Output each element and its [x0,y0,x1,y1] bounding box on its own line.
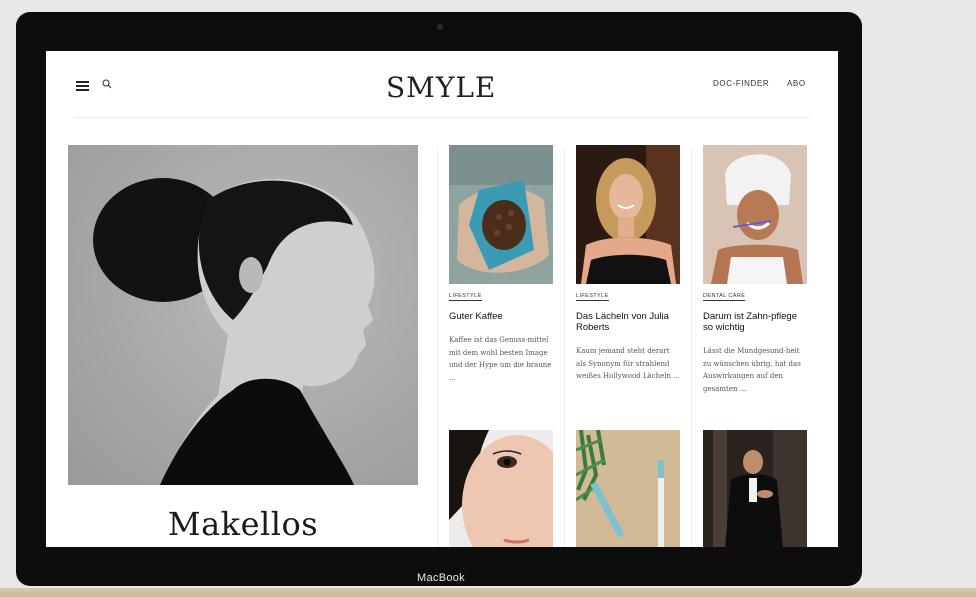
hamburger-menu-icon[interactable] [76,81,89,91]
article-card[interactable]: LIFESTYLE Guter Kaffee Kaffee ist das Ge… [449,145,553,384]
device-label: MacBook [417,572,465,584]
article-image-face[interactable] [449,430,553,547]
column-divider [564,147,565,547]
laptop-base [0,588,976,597]
article-category[interactable]: LIFESTYLE [449,293,482,301]
article-card[interactable]: DENTAL CARE Darum ist Zahn-pflege so wic… [703,145,807,395]
article-card[interactable] [703,430,807,547]
article-title[interactable]: Das Lächeln von Julia Roberts [576,311,680,333]
browser-screen: SMYLE DOC-FINDER ABO Makellos LIFESTYLE … [46,51,838,547]
hero-title[interactable]: Makellos [68,505,418,543]
article-title[interactable]: Guter Kaffee [449,311,553,322]
article-image-toothbrushes[interactable] [576,430,680,547]
search-icon[interactable] [102,79,112,89]
article-image-portrait[interactable] [576,145,680,284]
site-logo[interactable]: SMYLE [386,71,496,104]
article-card[interactable]: LIFESTYLE Das Lächeln von Julia Roberts … [576,145,680,383]
site-header: SMYLE DOC-FINDER ABO [46,51,838,117]
article-teaser: Kaum jemand steht derart als Synonym für… [576,347,680,380]
header-divider [74,117,810,118]
article-image-toothbrush-woman[interactable] [703,145,807,284]
article-image-performer[interactable] [703,430,807,547]
article-title[interactable]: Darum ist Zahn-pflege so wichtig [703,311,807,333]
nav-abo[interactable]: ABO [787,79,806,88]
article-category[interactable]: LIFESTYLE [576,293,609,301]
column-divider [437,147,438,547]
hero-image[interactable] [68,145,418,485]
nav-doc-finder[interactable]: DOC-FINDER [713,79,769,88]
article-card[interactable] [449,430,553,547]
article-card[interactable] [576,430,680,547]
column-divider [691,147,692,547]
article-image-coffee[interactable] [449,145,553,284]
article-teaser: Kaffee ist das Genuss-mittel mit dem woh… [449,336,552,382]
camera-dot [437,24,443,30]
article-category[interactable]: DENTAL CARE [703,293,746,301]
article-teaser: Lässt die Mundgesund-heit zu wünschen üb… [703,347,801,393]
